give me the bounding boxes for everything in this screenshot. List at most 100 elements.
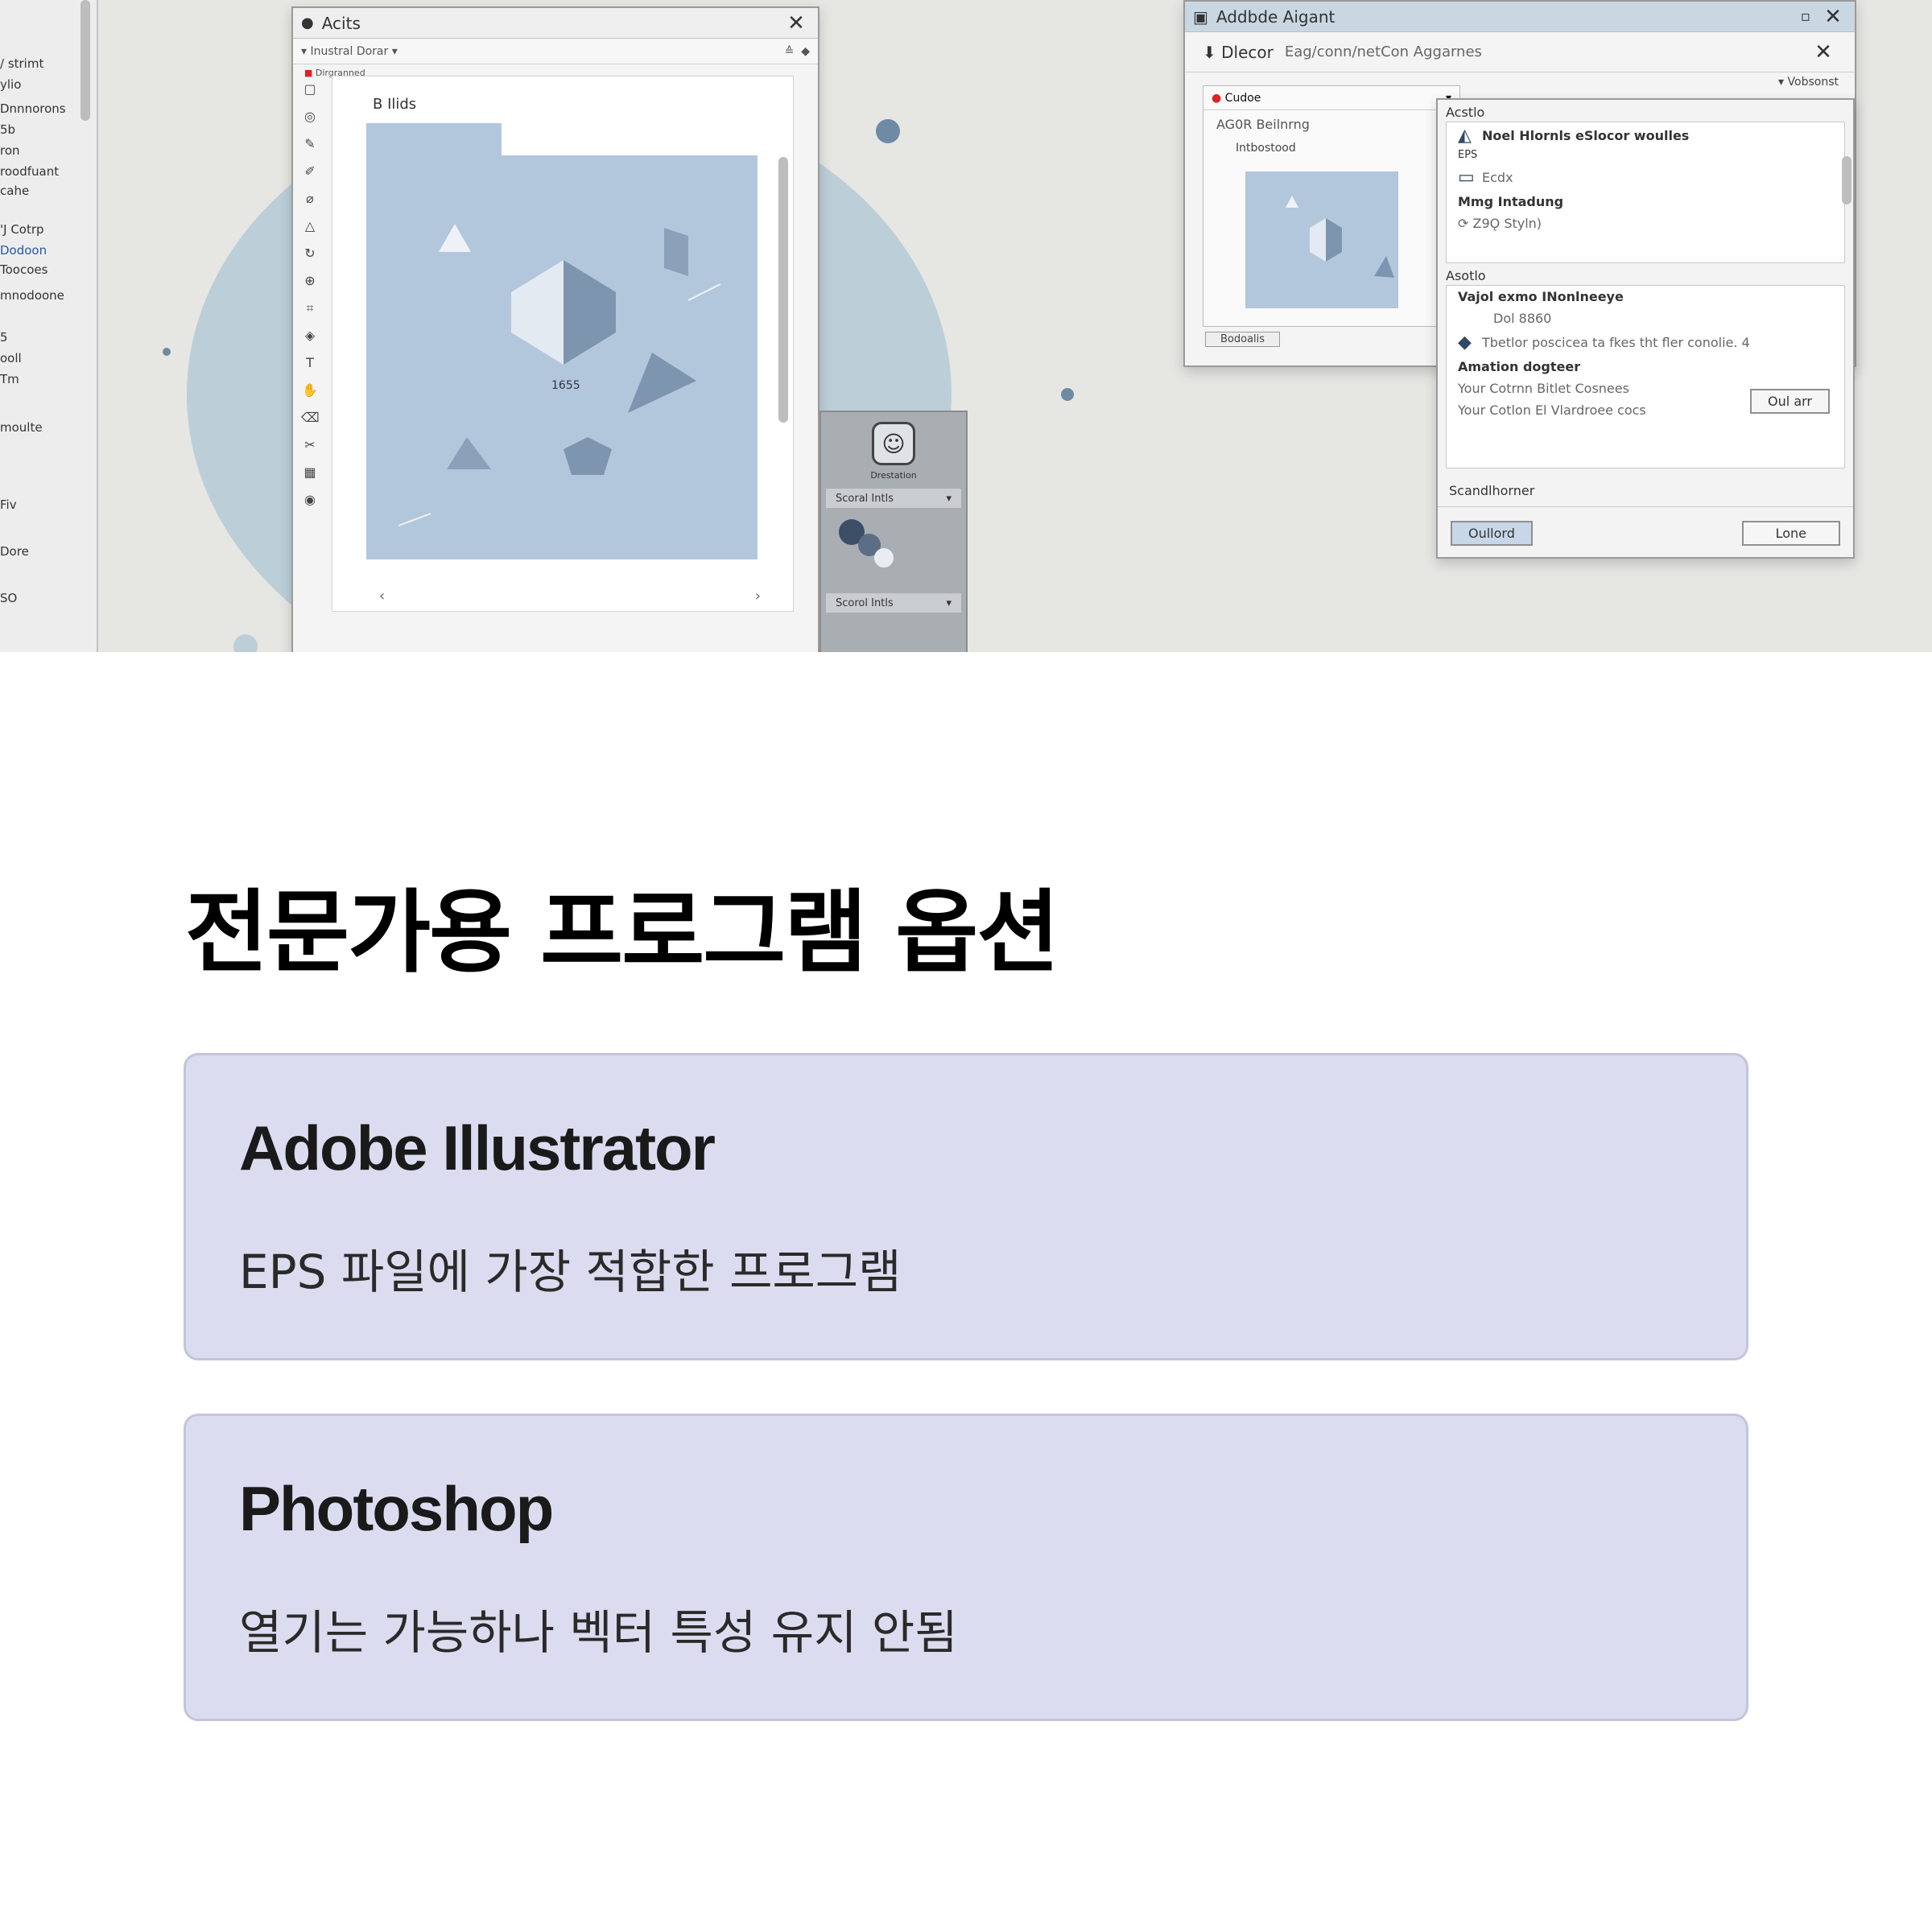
toolbar-dropdown[interactable]: Inustral Dorar bbox=[310, 45, 388, 58]
decor-dot bbox=[163, 348, 171, 356]
preview-subtitle: AG0R Beilnrng bbox=[1216, 117, 1310, 132]
close-icon[interactable]: ✕ bbox=[782, 10, 810, 37]
left-strip-item[interactable]: Fiv bbox=[0, 497, 17, 512]
left-strip-item[interactable]: 'J Cotrp bbox=[0, 222, 44, 237]
details-button[interactable]: Bodoalis bbox=[1205, 332, 1281, 347]
side-panel: ☺ Drestation Scoral Intls ▾ Scorol Intls ▾ bbox=[819, 411, 968, 652]
eye-tool-icon[interactable]: ◉ bbox=[301, 491, 319, 509]
restore-icon[interactable]: ▫ bbox=[1792, 3, 1819, 31]
canvas-vertical-scrollbar[interactable] bbox=[778, 157, 788, 423]
program-card: Adobe Illustrator EPS 파일에 가장 적합한 프로그램 bbox=[184, 1053, 1748, 1360]
side-panel-dropdown[interactable]: Scoral Intls ▾ bbox=[826, 489, 961, 508]
left-strip-item[interactable]: Toocoes bbox=[0, 262, 47, 277]
document-canvas[interactable]: B Ilids 1655 ‹ › bbox=[332, 76, 794, 612]
zoom-tool-icon[interactable]: ⊕ bbox=[301, 272, 319, 290]
left-strip-item[interactable]: ron bbox=[0, 143, 20, 158]
preview-subtitle-2: Intbostood bbox=[1236, 142, 1296, 155]
done-button[interactable]: Lone bbox=[1741, 521, 1840, 546]
document-window: ● Acits ✕ ▾ Inustral Dorar ▾ ≙ ◆ ■ Dirgr… bbox=[291, 6, 819, 652]
left-strip-scrollbar[interactable] bbox=[80, 0, 90, 121]
option-row[interactable]: Vajol exmo INonlneeye bbox=[1447, 286, 1844, 308]
scroll-left-icon[interactable]: ‹ bbox=[379, 588, 385, 605]
decor-dot bbox=[876, 119, 900, 143]
left-strip-item[interactable]: Dodoon bbox=[0, 243, 47, 258]
options-dropdown[interactable]: ▾ Vobsonst bbox=[1778, 76, 1839, 89]
left-strip-item[interactable]: roodfuant bbox=[0, 164, 59, 179]
select-tool-icon[interactable]: ▢ bbox=[301, 80, 319, 98]
chevron-down-icon: ▾ bbox=[946, 492, 952, 505]
preview-thumbnail[interactable] bbox=[1245, 171, 1398, 308]
target-tool-icon[interactable]: ◎ bbox=[301, 108, 319, 126]
download-icon[interactable]: ⬇ bbox=[1203, 43, 1221, 62]
path-value[interactable]: Eag/conn/netCon Aggarnes bbox=[1285, 43, 1810, 60]
scissors-tool-icon[interactable]: ✂ bbox=[301, 436, 319, 454]
pen-tool-icon[interactable]: ✎ bbox=[301, 135, 319, 153]
footer-label: Scandlhorner bbox=[1438, 469, 1853, 507]
app-icon: ● bbox=[301, 14, 314, 31]
options-section: Vajol exmo INonlneeye Dol 8860 ◆ Tbetlor … bbox=[1446, 285, 1845, 469]
close-icon[interactable]: ✕ bbox=[1819, 3, 1847, 31]
fill-tool-icon[interactable]: ◈ bbox=[301, 327, 319, 345]
subdialog-scrollbar[interactable] bbox=[1842, 156, 1852, 204]
vector-artwork[interactable]: 1655 bbox=[366, 123, 758, 559]
vector-icon: ◭ bbox=[1458, 126, 1472, 146]
dialog-path-row: ⬇ Dlecor Eag/conn/netCon Aggarnes ✕ bbox=[1185, 32, 1855, 72]
option-row[interactable]: ◭ Noel Hlornls eSlocor woulles bbox=[1447, 122, 1844, 149]
art-label: 1655 bbox=[551, 379, 580, 392]
option-row[interactable]: ⟳ Z9Ǫ Styln) bbox=[1447, 213, 1844, 234]
left-strip-item[interactable]: 5 bbox=[0, 330, 8, 345]
option-row[interactable]: Amation dogteer bbox=[1447, 356, 1844, 378]
bubble-icon bbox=[839, 519, 894, 568]
pin-icon[interactable]: ◆ bbox=[801, 45, 810, 58]
rotate-tool-icon[interactable]: ↻ bbox=[301, 245, 319, 262]
chevron-down-icon[interactable]: ▾ bbox=[301, 45, 310, 58]
option-row[interactable]: Mmg Intadung bbox=[1447, 191, 1844, 213]
left-strip-item[interactable]: Dore bbox=[0, 544, 29, 559]
options-subdialog: Acstlo ◭ Noel Hlornls eSlocor woulles EPS… bbox=[1436, 98, 1855, 559]
shape-tool-icon[interactable]: △ bbox=[301, 217, 319, 235]
side-panel-dropdown[interactable]: Scorol Intls ▾ bbox=[826, 593, 961, 613]
option-row[interactable]: Dol 8860 bbox=[1447, 308, 1844, 329]
hand-tool-icon[interactable]: ✋ bbox=[301, 382, 319, 399]
preview-header: ● Cudoe ▾ bbox=[1203, 86, 1459, 110]
page-title: 전문가용 프로그램 옵션 bbox=[185, 881, 1059, 985]
left-strip-item[interactable]: ylio bbox=[0, 77, 21, 92]
thumbnail-art bbox=[1286, 196, 1394, 278]
left-strip-item[interactable]: 5b bbox=[0, 122, 15, 137]
align-icon[interactable]: ≙ bbox=[785, 45, 802, 58]
option-row[interactable]: ▭ Ecdx bbox=[1447, 164, 1844, 191]
scroll-right-icon[interactable]: › bbox=[755, 588, 761, 605]
inner-action-button[interactable]: Oul arr bbox=[1750, 389, 1830, 414]
card-description: 열기는 가능하나 벡터 특성 유지 안됨 bbox=[239, 1605, 958, 1660]
cube-icon: ◆ bbox=[1458, 332, 1472, 353]
pencil-tool-icon[interactable]: ✐ bbox=[301, 163, 319, 180]
card-title: Photoshop bbox=[239, 1473, 554, 1544]
left-strip-item[interactable]: mnodoone bbox=[0, 288, 64, 303]
document-titlebar: ● Acits ✕ bbox=[293, 8, 818, 39]
crop-tool-icon[interactable]: ⌗ bbox=[301, 299, 319, 317]
chevron-down-icon[interactable]: ▾ bbox=[388, 45, 398, 58]
program-card: Photoshop 열기는 가능하나 벡터 특성 유지 안됨 bbox=[184, 1414, 1748, 1721]
presentation-caption: Drestation bbox=[870, 470, 917, 481]
bubble-icons bbox=[821, 508, 966, 585]
dialog-titlebar: ▣ Addbde Aigant ▫ ✕ bbox=[1185, 2, 1855, 32]
cube-shape bbox=[664, 228, 688, 276]
brush-tool-icon[interactable]: ⌀ bbox=[301, 190, 319, 208]
left-strip-item[interactable]: moulte bbox=[0, 420, 43, 435]
left-strip-item[interactable]: ooll bbox=[0, 351, 22, 365]
outline-button[interactable]: Oullord bbox=[1451, 521, 1533, 546]
left-strip-item[interactable]: cahe bbox=[0, 184, 29, 198]
option-row[interactable]: ◆ Tbetlor poscicea ta fkes tht fler conol… bbox=[1447, 329, 1844, 356]
left-strip-item[interactable]: / strimt bbox=[0, 56, 43, 71]
left-strip-item[interactable]: Tm bbox=[0, 372, 19, 386]
presentation-icon[interactable]: ☺ bbox=[872, 422, 915, 465]
left-strip-item[interactable]: SO bbox=[0, 591, 17, 605]
document-title: Acits bbox=[321, 13, 361, 33]
grid-tool-icon[interactable]: ▦ bbox=[301, 464, 319, 481]
eraser-tool-icon[interactable]: ⌫ bbox=[301, 409, 320, 427]
text-tool-icon[interactable]: T bbox=[301, 354, 319, 372]
left-strip-item[interactable]: Dnnnorons bbox=[0, 101, 66, 116]
close-icon[interactable]: ✕ bbox=[1810, 39, 1837, 66]
tools-column: ▢ ◎ ✎ ✐ ⌀ △ ↻ ⊕ ⌗ ◈ T ✋ ⌫ ✂ ▦ ◉ bbox=[301, 76, 324, 518]
app-screenshot: / strimt ylio Dnnnorons 5b ron roodfuant… bbox=[0, 0, 1932, 652]
